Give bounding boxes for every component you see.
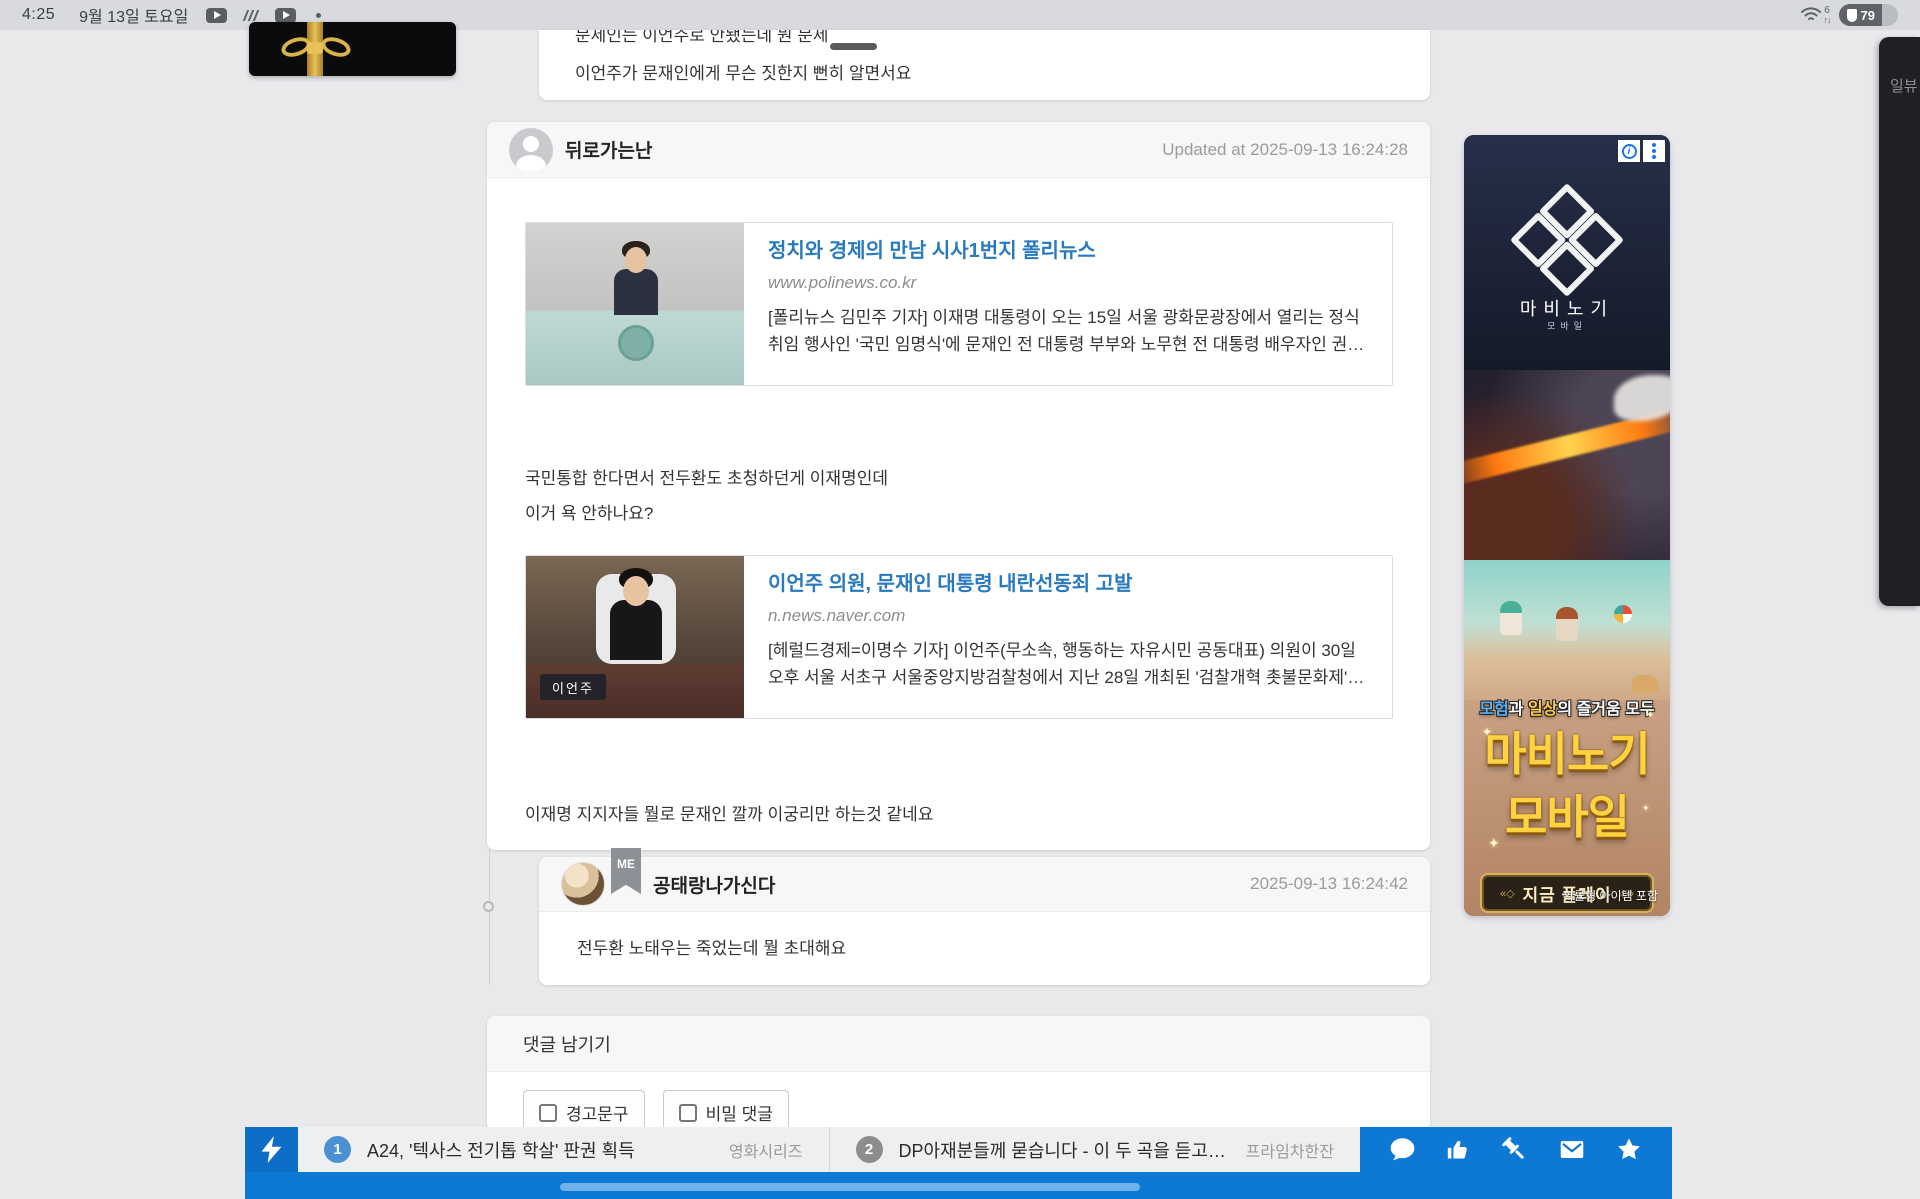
bar-action-icons: [1360, 1127, 1672, 1172]
link-preview-body: 이언주 의원, 문재인 대통령 내란선동죄 고발 n.news.naver.co…: [744, 556, 1392, 718]
ticker-source: 영화시리즈: [711, 1138, 803, 1162]
side-panel-tab[interactable]: 일뷰: [1879, 37, 1920, 606]
ticker-item-1[interactable]: 1 A24, '텍사스 전기톱 학살' 판권 획득 영화시리즈: [298, 1127, 829, 1172]
sparkle-icon: ✦: [1646, 710, 1654, 721]
link-preview-body: 정치와 경제의 만남 시사1번지 폴리뉴스 www.polinews.co.kr…: [744, 223, 1392, 385]
sparkle-icon: ✦: [1642, 803, 1650, 814]
link-preview-polinews[interactable]: 정치와 경제의 만남 시사1번지 폴리뉴스 www.polinews.co.kr…: [525, 222, 1393, 386]
reply-text: 전두환 노태우는 죽었는데 뭘 초대해요: [577, 934, 846, 959]
ad-character: [1556, 607, 1578, 641]
comment-header: 뒤로가는난 Updated at 2025-09-13 16:24:28: [487, 122, 1430, 178]
shield-icon: [1847, 9, 1857, 22]
battery-percent: 79: [1861, 8, 1875, 23]
comment-card-partial: 문제인는 이언주로 안됐는데 뭔 문제 이언주가 문재인에게 무슨 짓한지 뻔히…: [539, 30, 1430, 100]
star-icon[interactable]: [1615, 1136, 1643, 1163]
reply-comment-card: ME 공태랑나가신다 2025-09-13 16:24:42 전두환 노태우는 …: [539, 857, 1430, 985]
collapsed-media-handle[interactable]: [830, 43, 877, 50]
nameplate: 이언주: [540, 674, 606, 700]
reply-header: ME 공태랑나가신다 2025-09-13 16:24:42: [539, 857, 1430, 912]
reply-thread-node: [483, 901, 494, 912]
checkbox-icon[interactable]: [539, 1104, 557, 1122]
thumbs-up-icon[interactable]: [1445, 1136, 1472, 1163]
ticker-title[interactable]: DP아재분들께 묻습니다 - 이 두 곡을 듣고나서 ...: [899, 1137, 1228, 1163]
ad-choice-badges: i: [1618, 140, 1665, 162]
youtube-notification-icon: [206, 8, 227, 23]
horizontal-scrollbar-thumb[interactable]: [560, 1183, 1140, 1191]
battery-indicator: 79: [1839, 4, 1898, 26]
link-preview-naver[interactable]: 이언주 이언주 의원, 문재인 대통령 내란선동죄 고발 n.news.nave…: [525, 555, 1393, 719]
link-title[interactable]: 이언주 의원, 문재인 대통령 내란선동죄 고발: [768, 572, 1368, 597]
comment-paragraph: 이거 욕 안하나요?: [525, 499, 653, 524]
dot-notification-icon: [316, 13, 321, 18]
avatar[interactable]: [509, 128, 553, 172]
clock: 4:25: [22, 6, 55, 24]
gift-bow-knot: [307, 42, 323, 54]
link-thumbnail[interactable]: 이언주: [526, 556, 744, 718]
me-badge: ME: [611, 848, 641, 894]
ad-character: [1500, 601, 1522, 635]
comment-icon[interactable]: [1389, 1136, 1416, 1163]
comment-text: 문제인는 이언주로 안됐는데 뭔 문제: [575, 30, 829, 46]
ad-headline-line1: 마비노기: [1464, 718, 1670, 784]
ad-disclaimer: 확률형 아이템 포함: [1563, 887, 1658, 904]
ticker-title[interactable]: A24, '텍사스 전기톱 학살' 판권 획득: [367, 1137, 635, 1163]
secret-comment-label: 비밀 댓글: [706, 1100, 773, 1125]
reply-timestamp: 2025-09-13 16:24:42: [1250, 874, 1408, 894]
comment-updated-time: Updated at 2025-09-13 16:24:28: [1162, 140, 1408, 160]
comment-form: 댓글 남기기 경고문구 비밀 댓글: [487, 1016, 1430, 1131]
checkbox-icon[interactable]: [679, 1104, 697, 1122]
info-icon: i: [1622, 144, 1637, 159]
gift-bow-icon: [319, 34, 353, 60]
ticker-rank-badge: 1: [324, 1136, 351, 1163]
avatar[interactable]: [561, 862, 605, 906]
ad-tagline: 모험과 일상의 즐거움 모두: [1464, 695, 1670, 719]
date: 9월 13일 토요일: [79, 3, 188, 27]
warning-checkbox-label: 경고문구: [566, 1100, 629, 1125]
comment-form-header: 댓글 남기기: [487, 1016, 1430, 1072]
comment-author[interactable]: 뒤로가는난: [565, 136, 652, 163]
wifi-generation-label: 6: [1824, 6, 1830, 16]
link-description: [헤럴드경제=이명수 기자] 이언주(무소속, 행동하는 자유시민 공동대표) …: [768, 637, 1368, 691]
gift-image-thumbnail[interactable]: [249, 22, 456, 76]
ad-logo-name: 마비노기: [1464, 295, 1670, 321]
ad-options-button[interactable]: [1643, 140, 1665, 162]
link-title[interactable]: 정치와 경제의 만남 시사1번지 폴리뉴스: [768, 239, 1368, 264]
link-thumbnail[interactable]: [526, 223, 744, 385]
link-description: [폴리뉴스 김민주 기자] 이재명 대통령이 오는 15일 서울 광화문광장에서…: [768, 304, 1368, 358]
status-right: 6 ↑↓ 79: [1800, 4, 1898, 26]
sparkle-icon: ✦: [1482, 725, 1492, 739]
comment-card: 뒤로가는난 Updated at 2025-09-13 16:24:28 정치와…: [487, 122, 1430, 850]
ad-logo-sub: 모바일: [1464, 319, 1670, 332]
link-domain: www.polinews.co.kr: [768, 273, 1368, 293]
ticker-item-2[interactable]: 2 DP아재분들께 묻습니다 - 이 두 곡을 듣고나서 ... 프라임차한잔: [829, 1127, 1361, 1172]
ad-character-dog: [1632, 675, 1658, 693]
youtube-notification-icon: [275, 8, 296, 23]
news-ticker-bar: 1 A24, '텍사스 전기톱 학살' 판권 획득 영화시리즈 2 DP아재분들…: [245, 1127, 1672, 1199]
cta-flourish-left: «◇: [1500, 887, 1515, 900]
comment-form-title: 댓글 남기기: [523, 1031, 611, 1057]
side-panel-label: 일뷰: [1890, 75, 1918, 96]
ticker-source: 프라임차한잔: [1228, 1138, 1334, 1162]
vertical-dots-icon: [1652, 143, 1656, 159]
ad-banner-mabinogi[interactable]: 마비노기 모바일 i 모험과 일상의 즐거움 모두 마비노기 모바일 ✦ ✦ ✦…: [1464, 135, 1670, 916]
link-domain: n.news.naver.com: [768, 606, 1368, 626]
ticker-strip: 1 A24, '텍사스 전기톱 학살' 판권 획득 영화시리즈 2 DP아재분들…: [298, 1127, 1360, 1172]
mail-icon[interactable]: [1558, 1136, 1586, 1163]
beach-ball: [1614, 605, 1632, 623]
ticker-rank-badge: 2: [856, 1136, 883, 1163]
wifi-traffic-arrows: ↑↓: [1824, 16, 1831, 25]
slashes-notification-icon: [243, 10, 259, 21]
sparkle-icon: ✦: [1488, 835, 1500, 852]
reply-thread-line: [489, 850, 490, 985]
reply-author[interactable]: 공태랑나가신다: [653, 871, 775, 898]
comment-paragraph: 이재명 지지자들 뭘로 문재인 깔까 이궁리만 하는것 같네요: [525, 800, 933, 825]
lightning-icon: [262, 1136, 282, 1163]
gavel-icon[interactable]: [1501, 1136, 1528, 1163]
comment-paragraph: 국민통합 한다면서 전두환도 초청하던게 이재명인데: [525, 464, 888, 489]
ticker-bolt-button[interactable]: [245, 1127, 298, 1172]
wifi-icon: 6 ↑↓: [1800, 6, 1831, 25]
ad-info-button[interactable]: i: [1618, 140, 1640, 162]
mabinogi-knot-logo-icon: [1507, 180, 1627, 300]
comment-text: 이언주가 문재인에게 무슨 짓한지 뻔히 알면서요: [575, 59, 911, 84]
